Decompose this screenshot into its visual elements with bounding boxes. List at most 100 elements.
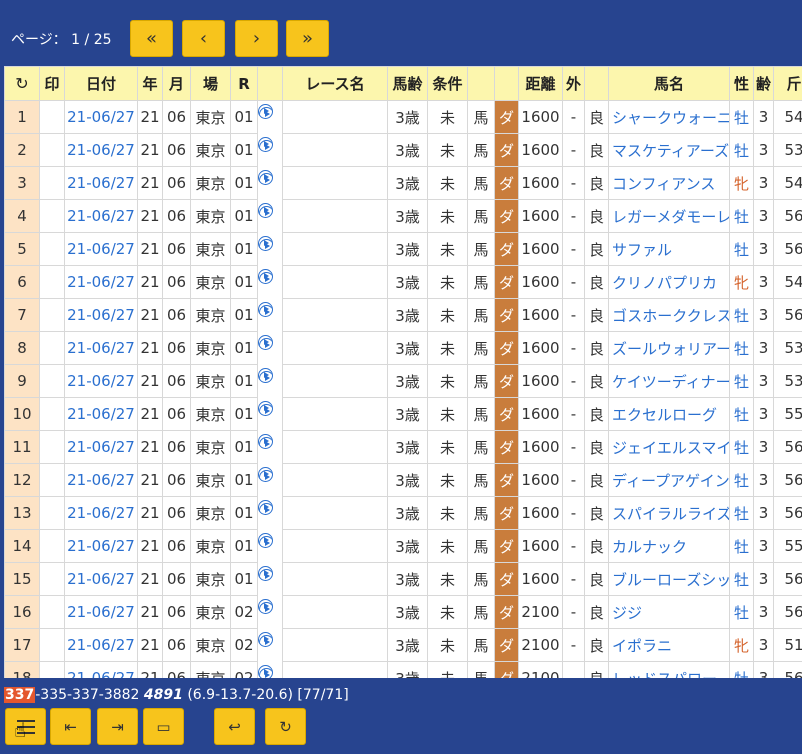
- horse-name-link[interactable]: ゴスホーククレスト: [608, 298, 730, 332]
- horse-link-text[interactable]: コンフィアンス: [612, 175, 715, 193]
- date-link-text[interactable]: 21-06/27: [67, 405, 135, 423]
- table-row[interactable]: 3 21-06/27 21 06 東京 01 3歳未馬ダ 1600- 良コンフィアンス牝 3 54: [4, 166, 802, 200]
- play-circle-icon[interactable]: [259, 139, 272, 151]
- date-link-text[interactable]: 21-06/27: [67, 471, 135, 489]
- play-circle-icon[interactable]: [259, 535, 272, 547]
- mark-cell[interactable]: [39, 265, 65, 299]
- play-circle-icon[interactable]: [259, 469, 272, 481]
- table-row[interactable]: 5 21-06/27 21 06 東京 01 3歳未馬ダ 1600- 良サファル 牡 3 56: [4, 232, 802, 266]
- table-row[interactable]: 7 21-06/272106東京01 3歳未馬ダ1600-良ゴスホーククレスト牡35…: [4, 298, 802, 332]
- col-month[interactable]: 月: [162, 66, 191, 101]
- date-link[interactable]: 21-06/27: [64, 364, 138, 398]
- play-icon[interactable]: [258, 499, 273, 515]
- play-circle-icon[interactable]: [259, 172, 272, 184]
- date-link-text[interactable]: 21-06/27: [67, 339, 135, 357]
- mark-cell[interactable]: [39, 496, 65, 530]
- date-link[interactable]: 21-06/27: [64, 199, 138, 233]
- play-icon[interactable]: [258, 532, 273, 548]
- table-row[interactable]: 9 21-06/272106東京01 3歳未馬ダ1600-良ケイツーディナール牡35…: [4, 364, 802, 398]
- date-link-text[interactable]: 21-06/27: [67, 636, 135, 654]
- horse-name-link[interactable]: ジェイエルスマイル: [608, 430, 730, 464]
- play-circle-icon[interactable]: [259, 337, 272, 349]
- mark-cell[interactable]: [39, 661, 65, 678]
- date-link-text[interactable]: 21-06/27: [67, 603, 135, 621]
- play-icon[interactable]: [258, 301, 273, 317]
- mark-cell[interactable]: [39, 199, 65, 233]
- date-link[interactable]: 21-06/27: [64, 496, 138, 530]
- horse-name-link[interactable]: コンフィアンス: [608, 166, 730, 200]
- horse-link-text[interactable]: カルナック: [612, 538, 687, 556]
- horse-link-text[interactable]: サファル: [612, 241, 672, 259]
- play-circle-icon[interactable]: [259, 568, 272, 580]
- play-icon[interactable]: [258, 565, 273, 581]
- horse-name-link[interactable]: スパイラルライズ: [608, 496, 730, 530]
- table-row[interactable]: 10 21-06/27 21 06 東京 01 3歳未馬ダ 1600- 良エクセルローグ牡 3 55: [4, 397, 802, 431]
- date-link-text[interactable]: 21-06/27: [67, 570, 135, 588]
- horse-name-link[interactable]: マスケティアーズ: [608, 133, 730, 167]
- horse-link-text[interactable]: ジジ: [612, 604, 642, 622]
- horse-link-text[interactable]: ディープアゲイン: [612, 472, 729, 490]
- date-link[interactable]: 21-06/27: [64, 595, 138, 629]
- date-link[interactable]: 21-06/27: [64, 298, 138, 332]
- play-icon[interactable]: [258, 400, 273, 416]
- col-distance[interactable]: 距離: [518, 66, 563, 101]
- mark-cell[interactable]: [39, 562, 65, 596]
- col-race-no[interactable]: R: [230, 66, 258, 101]
- date-link-text[interactable]: 21-06/27: [67, 669, 135, 678]
- horse-name-link[interactable]: シャークウォーニン: [608, 100, 730, 134]
- play-icon[interactable]: [258, 334, 273, 350]
- table-row[interactable]: 17 21-06/27 21 06 東京 02 3歳未馬ダ 2100- 良イポラニ 牝 3 51: [4, 628, 802, 662]
- mark-cell[interactable]: [39, 133, 65, 167]
- col-horse-name[interactable]: 馬名: [608, 66, 730, 101]
- date-link-text[interactable]: 21-06/27: [67, 108, 135, 126]
- table-row[interactable]: 14 21-06/27 21 06 東京 01 3歳未馬ダ 1600- 良カルナック 牡 3 55: [4, 529, 802, 563]
- date-link[interactable]: 21-06/27: [64, 430, 138, 464]
- play-icon[interactable]: [258, 367, 273, 383]
- date-link[interactable]: 21-06/27: [64, 661, 138, 678]
- date-link-text[interactable]: 21-06/27: [67, 504, 135, 522]
- play-circle-icon[interactable]: [259, 370, 272, 382]
- horse-name-link[interactable]: ブルーローズシップ: [608, 562, 730, 596]
- play-circle-icon[interactable]: [259, 304, 272, 316]
- date-link[interactable]: 21-06/27: [64, 133, 138, 167]
- mark-cell[interactable]: [39, 331, 65, 365]
- horse-name-link[interactable]: エクセルローグ: [608, 397, 730, 431]
- reload-column-icon[interactable]: ↻: [4, 66, 40, 101]
- date-link[interactable]: 21-06/27: [64, 529, 138, 563]
- col-date[interactable]: 日付: [64, 66, 138, 101]
- mark-cell[interactable]: [39, 430, 65, 464]
- table-row[interactable]: 4 21-06/27 21 06 東京 01 3歳未馬ダ 1600- 良レガーメダモーレ牡 3 56: [4, 199, 802, 233]
- col-weight[interactable]: 斤: [773, 66, 802, 101]
- prev-record-button[interactable]: ⇤: [50, 708, 91, 745]
- date-link[interactable]: 21-06/27: [64, 265, 138, 299]
- table-row[interactable]: 2 21-06/27 21 06 東京 01 3歳未馬ダ 1600- 良マスケティアーズ牡 3 53: [4, 133, 802, 167]
- first-page-button[interactable]: «: [130, 20, 173, 57]
- date-link[interactable]: 21-06/27: [64, 100, 138, 134]
- date-link[interactable]: 21-06/27: [64, 331, 138, 365]
- table-row[interactable]: 1 21-06/272106東京01 3歳未馬ダ1600-良シャークウォーニン牡35…: [4, 100, 802, 134]
- mark-cell[interactable]: [39, 595, 65, 629]
- play-icon[interactable]: [258, 202, 273, 218]
- mark-cell[interactable]: [39, 232, 65, 266]
- play-icon[interactable]: [258, 235, 273, 251]
- table-row[interactable]: 15 21-06/272106東京01 3歳未馬ダ1600-良ブルーローズシップ牡3…: [4, 562, 802, 596]
- date-link-text[interactable]: 21-06/27: [67, 537, 135, 555]
- mark-cell[interactable]: [39, 628, 65, 662]
- horse-name-link[interactable]: ジジ: [608, 595, 730, 629]
- col-race-name[interactable]: レース名: [282, 66, 388, 101]
- play-circle-icon[interactable]: [259, 238, 272, 250]
- horse-link-text[interactable]: マスケティアーズ: [612, 142, 729, 160]
- date-link-text[interactable]: 21-06/27: [67, 438, 135, 456]
- horse-link-text[interactable]: レガーメダモーレ: [612, 208, 729, 226]
- horse-name-link[interactable]: ズールウォリアー: [608, 331, 730, 365]
- col-condition[interactable]: 条件: [427, 66, 468, 101]
- next-record-button[interactable]: ⇥: [97, 708, 138, 745]
- horse-name-link[interactable]: レッドスパロー: [608, 661, 730, 678]
- mark-cell[interactable]: [39, 298, 65, 332]
- play-icon[interactable]: [258, 104, 273, 119]
- table-row[interactable]: 13 21-06/27 21 06 東京 01 3歳未馬ダ 1600- 良スパイラルライズ牡 3 5…: [4, 496, 802, 530]
- play-circle-icon[interactable]: [259, 403, 272, 415]
- horse-link-text[interactable]: スパイラルライズ: [612, 505, 729, 523]
- play-icon[interactable]: [258, 631, 273, 647]
- horse-name-link[interactable]: イポラニ: [608, 628, 730, 662]
